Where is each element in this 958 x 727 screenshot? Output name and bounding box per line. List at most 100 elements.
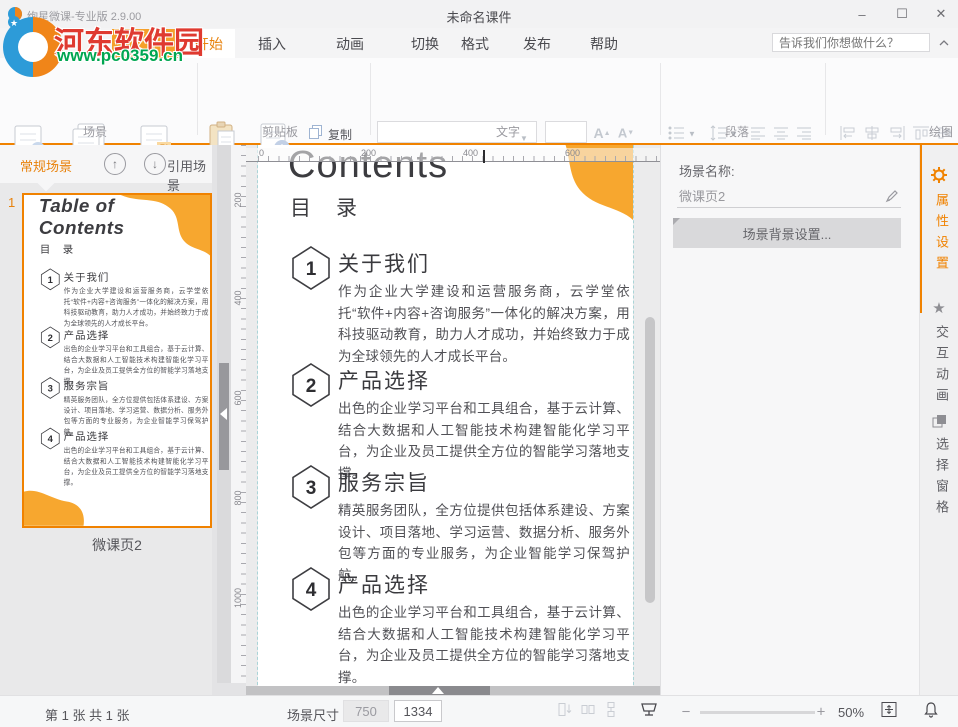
layers-icon[interactable] [931,413,947,429]
scene-height-input[interactable] [394,700,442,722]
star-icon[interactable]: ★ [931,300,947,316]
slide-editing-surface[interactable]: Table ofContents 目 录 1 关于我们作为企业大学建设和运营服务… [258,145,633,695]
distribute-objects-icon[interactable] [580,702,596,723]
editing-canvas[interactable]: Table ofContents 目 录 1 关于我们作为企业大学建设和运营服务… [246,145,660,695]
collapse-ribbon-icon[interactable] [938,38,950,48]
tab-home[interactable]: 开始 [183,29,235,58]
object-align-left-icon[interactable] [839,125,857,141]
copy-icon[interactable] [309,125,324,140]
object-align-right-icon[interactable] [888,125,906,141]
bullet-list-icon[interactable] [667,125,685,141]
svg-text:4: 4 [306,580,317,601]
move-scene-down-button[interactable]: ↓ [144,153,166,175]
paragraph-group-label: 段落 [725,123,749,140]
scene-list-header: 常规场景 ↑ ↓ 引用场景 [0,145,212,183]
page-indicator: 第 1 张 共 1 张 [45,705,130,724]
slide-title-zh[interactable]: 目 录 [290,192,359,222]
h-ruler-label: 200 [361,148,376,158]
grow-font-icon[interactable]: A▲ [593,125,610,141]
play-preview-icon[interactable] [639,701,659,723]
font-size-input[interactable] [545,121,587,143]
panel-scrollbar[interactable] [217,145,231,683]
font-family-dropdown-icon[interactable]: ▼ [520,128,528,146]
zoom-out-button[interactable]: − [682,704,691,721]
zoom-in-button[interactable]: + [817,704,826,721]
close-button[interactable]: ✕ [921,0,958,28]
h-ruler-label: 0 [259,148,264,158]
svg-text:2: 2 [306,376,317,397]
structure-icon[interactable] [603,702,619,723]
maximize-button[interactable]: ☐ [882,0,922,28]
h-ruler-label: 400 [463,148,478,158]
vertical-ruler: 200 400 600 800 1000 [231,145,247,683]
group-separator [370,63,371,135]
horizontal-ruler: 0 200 400 600 [246,148,660,162]
shrink-font-icon[interactable]: A▼ [618,126,634,141]
svg-text:3: 3 [48,382,53,393]
canvas-horizontal-scrollbar-thumb[interactable] [389,686,490,695]
edit-pencil-icon[interactable] [885,189,899,203]
svg-text:1: 1 [48,274,53,285]
scene-name-value[interactable]: 微课页2 [679,186,725,205]
align-objects-icon[interactable] [557,702,573,723]
object-align-center-icon[interactable] [863,125,881,141]
zoom-level[interactable]: 50% [838,705,864,720]
zoom-slider[interactable] [700,711,815,714]
scene-background-button[interactable]: 场景背景设置... [673,218,901,248]
collapse-panel-icon[interactable] [220,408,227,420]
move-scene-up-button[interactable]: ↑ [104,153,126,175]
properties-panel: 场景名称: 微课页2 场景背景设置... [660,145,919,695]
slide-index: 1 [8,195,15,210]
tab-publish[interactable]: 发布 [511,29,563,58]
tab-format[interactable]: 格式 [449,29,501,58]
canvas-vertical-scrollbar[interactable] [645,317,655,603]
v-ruler-label: 1000 [233,584,243,612]
svg-text:4: 4 [48,433,54,444]
tab-transition[interactable]: 切换 [399,29,451,58]
gear-icon[interactable] [931,167,947,183]
tab-animation[interactable]: 动画 [324,29,376,58]
align-left-icon[interactable] [750,126,766,140]
svg-text:3: 3 [306,478,317,499]
object-align-top-icon[interactable] [912,125,930,141]
expand-icon[interactable] [432,687,444,694]
copy-button[interactable]: 复制 [328,126,352,143]
document-title: 未命名课件 [0,7,958,26]
slide-title-zh: 目 录 [40,242,74,257]
bullet-list-dropdown-icon[interactable]: ▼ [688,130,696,139]
text-group-label: 文字 [496,123,520,140]
slide-thumbnail-caption[interactable]: 微课页2 [22,535,212,555]
scene-width-input[interactable] [343,700,389,722]
ribbon: 空白 从模板创建 引 从引用场景 场景 粘贴 格式刷 复制 ✂ 剪切 ↺ 撤销 … [0,58,958,145]
group-separator [660,63,661,135]
file-menu-button[interactable]: 文件 [112,29,178,58]
tab-help[interactable]: 帮助 [578,29,630,58]
tab-insert[interactable]: 插入 [246,29,298,58]
scene-name-underline [677,207,901,208]
canvas-horizontal-scrollbar[interactable] [246,686,660,695]
slide-canvas-content[interactable]: Table ofContents 目 录 1 关于我们作为企业大学建设和运营服务… [258,145,633,695]
align-right-icon[interactable] [796,126,812,140]
v-ruler-label: 800 [233,484,243,512]
search-input[interactable] [772,33,930,52]
v-ruler-label: 200 [233,186,243,214]
title-bar: 绚星微课-专业版 2.9.00 未命名课件 – ☐ ✕ [0,0,958,28]
slide-thumbnail[interactable]: Table ofContents 目 录 1 关于我们作为企业大学建设和运营服务… [22,193,212,528]
slide-thumbnail-content: Table ofContents 目 录 1 关于我们作为企业大学建设和运营服务… [24,195,210,526]
notification-bell-icon[interactable] [923,701,940,723]
scene-size-label: 场景尺寸 [287,705,339,724]
minimize-button[interactable]: – [842,0,882,28]
tab-selection-pane[interactable]: 选择窗格 [932,437,951,521]
fit-to-window-icon[interactable] [880,701,898,724]
status-bar: 第 1 张 共 1 张 场景尺寸 − + 50% [0,695,958,727]
align-center-icon[interactable] [773,126,789,140]
group-separator [197,63,198,135]
scene-list-panel: 常规场景 ↑ ↓ 引用场景 1 Table ofContents 目 录 [0,145,212,695]
clipboard-group-label: 剪贴板 [262,123,298,140]
group-separator [825,63,826,135]
tab-interactive-animation[interactable]: 交互动画 [932,325,951,409]
tab-reference-scenes[interactable]: 引用场景 [167,156,212,194]
tab-normal-scenes[interactable]: 常规场景 [20,156,72,175]
active-tab-rail [920,145,922,313]
tab-property-settings[interactable]: 属性设置 [932,193,951,277]
